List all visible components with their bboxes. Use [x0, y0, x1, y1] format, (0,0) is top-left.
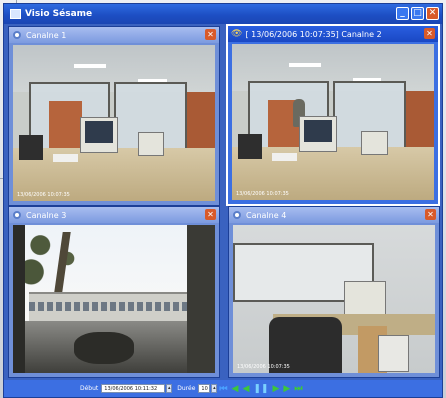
camera-feed[interactable]: 13/06/2006 10:07:35 [232, 44, 434, 200]
camera-feed[interactable]: 13/06/2006 10:07:35 [233, 225, 435, 373]
panel-title: Canalne 4 [246, 210, 287, 220]
record-indicator-icon [233, 211, 241, 219]
start-label: Début [80, 385, 99, 392]
camera-feed[interactable] [13, 225, 215, 373]
record-indicator-icon [13, 211, 21, 219]
duration-label: Durée [177, 385, 196, 392]
camera-panel-4[interactable]: Canalne 4 ✕ 13/06/2006 10:07:35 [228, 206, 440, 378]
app-icon [10, 9, 21, 19]
close-button[interactable]: ✕ [426, 7, 439, 20]
maximize-button[interactable]: □ [411, 7, 424, 20]
record-indicator-icon [13, 31, 21, 39]
start-datetime-field[interactable]: 13/06/2006 10:11:32 [101, 384, 166, 393]
play-icon[interactable]: ▶ [272, 384, 279, 394]
rewind-icon[interactable]: ◀ [232, 384, 239, 394]
fast-forward-icon[interactable]: ▶ [283, 384, 290, 394]
title-bar[interactable]: Visio Sésame _ □ ✕ [4, 4, 442, 24]
close-panel-icon[interactable]: ✕ [205, 209, 216, 220]
panel-header: Canalne 3 ✕ [9, 207, 219, 223]
camera-feed[interactable]: 13/06/2006 10:07:35 [13, 45, 215, 201]
panel-title: [ 13/06/2006 10:07:35] Canalne 2 [245, 29, 382, 39]
close-panel-icon[interactable]: ✕ [425, 209, 436, 220]
video-timestamp: 13/06/2006 10:07:35 [236, 191, 289, 197]
monitor [79, 116, 119, 154]
panel-header: Canalne 4 ✕ [229, 207, 439, 223]
panel-header: Canalne 1 ✕ [9, 27, 219, 43]
step-back-icon[interactable]: ◀ [242, 384, 249, 394]
playback-controls: Début 13/06/2006 10:11:32 ▴ Durée 10 ▴ ⏮… [4, 380, 442, 397]
minimize-button[interactable]: _ [396, 7, 409, 20]
video-timestamp: 13/06/2006 10:07:35 [237, 364, 290, 370]
video-timestamp: 13/06/2006 10:07:35 [17, 192, 70, 198]
visio-window: Visio Sésame _ □ ✕ Canalne 1 ✕ 13/06/200… [3, 3, 443, 398]
panel-header: 👁 [ 13/06/2006 10:07:35] Canalne 2 ✕ [228, 26, 438, 42]
pause-icon[interactable]: ❚❚ [253, 384, 268, 394]
camera-panel-1[interactable]: Canalne 1 ✕ 13/06/2006 10:07:35 [8, 26, 220, 206]
duration-spinner[interactable]: ▴ [211, 384, 218, 393]
eye-icon: 👁 [231, 29, 243, 39]
skip-to-start-icon[interactable]: ⏮ [219, 384, 227, 394]
window-title: Visio Sésame [25, 9, 93, 19]
camera-panel-3[interactable]: Canalne 3 ✕ [8, 206, 220, 378]
monitor [298, 115, 338, 153]
panel-title: Canalne 3 [26, 210, 67, 220]
duration-field[interactable]: 10 [198, 384, 211, 393]
start-spinner[interactable]: ▴ [166, 384, 173, 393]
skip-to-end-icon[interactable]: ⏭ [294, 384, 302, 394]
panel-title: Canalne 1 [26, 30, 67, 40]
close-panel-icon[interactable]: ✕ [205, 29, 216, 40]
camera-panel-2[interactable]: 👁 [ 13/06/2006 10:07:35] Canalne 2 ✕ 13/… [226, 24, 440, 206]
close-panel-icon[interactable]: ✕ [424, 28, 435, 39]
